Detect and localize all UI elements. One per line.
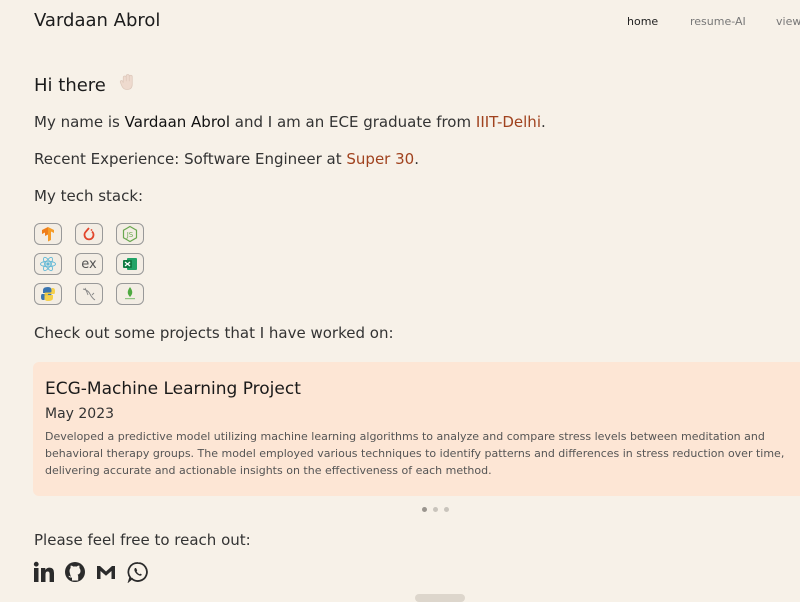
carousel-dot-2[interactable]	[433, 507, 438, 512]
nav-home[interactable]: home	[627, 15, 658, 28]
mongodb-icon	[116, 283, 144, 305]
brand-logo[interactable]: Vardaan Abrol	[34, 10, 160, 31]
intro-name-middle: and I am an ECE graduate from	[234, 113, 472, 131]
tensorflow-icon	[34, 223, 62, 245]
nav-view[interactable]: view	[776, 15, 800, 28]
intro-name-prefix: My name is	[34, 113, 120, 131]
project-title: ECG-Machine Learning Project	[45, 379, 301, 399]
greeting-text: Hi there	[34, 75, 106, 96]
pytorch-icon	[75, 223, 103, 245]
project-card[interactable]: ECG-Machine Learning Project May 2023 De…	[33, 362, 800, 496]
contact-heading: Please feel free to reach out:	[34, 531, 251, 549]
intro-name-suffix: .	[540, 113, 546, 131]
college-link[interactable]: IIIT-Delhi	[476, 113, 541, 131]
project-description: Developed a predictive model utilizing m…	[45, 430, 785, 477]
scroll-indicator	[415, 594, 465, 602]
nav-resume-ai[interactable]: resume-AI	[690, 15, 746, 28]
projects-heading: Check out some projects that I have work…	[34, 324, 394, 342]
experience-suffix: .	[414, 150, 419, 168]
carousel-indicators	[422, 507, 449, 512]
python-icon	[34, 283, 62, 305]
waving-hand-icon	[118, 73, 136, 96]
express-icon: ex	[75, 253, 103, 275]
intro-name-line: My name is Vardaan Abrol and I am an ECE…	[34, 113, 546, 131]
tech-stack-heading: My tech stack:	[34, 187, 144, 205]
intro-name: Vardaan Abrol	[124, 113, 231, 131]
react-icon	[34, 253, 62, 275]
greeting: Hi there	[34, 73, 136, 96]
carousel-dot-1[interactable]	[422, 507, 427, 512]
excel-icon	[116, 253, 144, 275]
express-label: ex	[81, 256, 97, 272]
linkedin-icon[interactable]	[33, 561, 55, 583]
experience-prefix: Recent Experience: Software Engineer at	[34, 150, 342, 168]
nodejs-icon: JS	[116, 223, 144, 245]
mysql-icon	[75, 283, 103, 305]
carousel-dot-3[interactable]	[444, 507, 449, 512]
gmail-icon[interactable]	[95, 561, 117, 583]
company-link[interactable]: Super 30	[346, 150, 414, 168]
whatsapp-icon[interactable]	[127, 561, 149, 584]
experience-line: Recent Experience: Software Engineer at …	[34, 150, 419, 168]
github-icon[interactable]	[64, 561, 86, 583]
svg-text:JS: JS	[126, 231, 134, 239]
project-date: May 2023	[45, 406, 115, 422]
